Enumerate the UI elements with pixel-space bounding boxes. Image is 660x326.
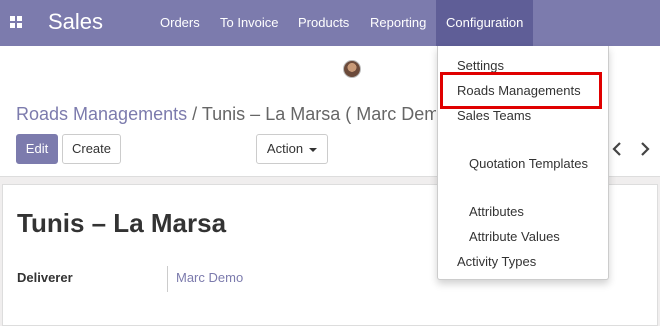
- field-divider: [167, 266, 168, 292]
- dropdown-item-attribute-values[interactable]: Attribute Values: [469, 229, 560, 244]
- highlight-annotation-box: [440, 72, 602, 109]
- user-avatar[interactable]: [343, 60, 361, 78]
- menu-configuration[interactable]: Configuration: [436, 0, 534, 46]
- breadcrumb: Roads Managements / Tunis – La Marsa ( M…: [16, 104, 436, 125]
- top-navbar: Sales Orders To Invoice Products Reporti…: [0, 0, 660, 46]
- deliverer-label: Deliverer: [17, 270, 73, 285]
- dropdown-item-attributes[interactable]: Attributes: [469, 204, 524, 219]
- chevron-left-icon[interactable]: [610, 140, 624, 158]
- menu-orders[interactable]: Orders: [160, 0, 200, 46]
- dropdown-item-activity-types[interactable]: Activity Types: [457, 254, 536, 269]
- breadcrumb-separator: /: [192, 104, 198, 124]
- dropdown-item-sales-teams[interactable]: Sales Teams: [457, 108, 531, 123]
- menu-products[interactable]: Products: [298, 0, 349, 46]
- dropdown-item-settings[interactable]: Settings: [457, 58, 504, 73]
- edit-button[interactable]: Edit: [16, 134, 58, 164]
- record-title: Tunis – La Marsa: [17, 208, 227, 238]
- breadcrumb-parent-link[interactable]: Roads Managements: [16, 104, 187, 124]
- grid-apps-icon[interactable]: [10, 16, 22, 28]
- chevron-right-icon[interactable]: [638, 140, 652, 158]
- action-button-label: Action: [266, 141, 304, 156]
- menu-to-invoice[interactable]: To Invoice: [220, 0, 279, 46]
- deliverer-value-link[interactable]: Marc Demo: [176, 270, 243, 285]
- breadcrumb-current: Tunis – La Marsa ( Marc Demo ): [201, 104, 436, 124]
- create-button[interactable]: Create: [62, 134, 121, 164]
- action-dropdown-button[interactable]: Action: [256, 134, 328, 164]
- dropdown-item-quotation-templates[interactable]: Quotation Templates: [469, 156, 588, 171]
- menu-reporting[interactable]: Reporting: [370, 0, 426, 46]
- app-brand-title[interactable]: Sales: [48, 9, 103, 35]
- caret-down-icon: [309, 147, 318, 152]
